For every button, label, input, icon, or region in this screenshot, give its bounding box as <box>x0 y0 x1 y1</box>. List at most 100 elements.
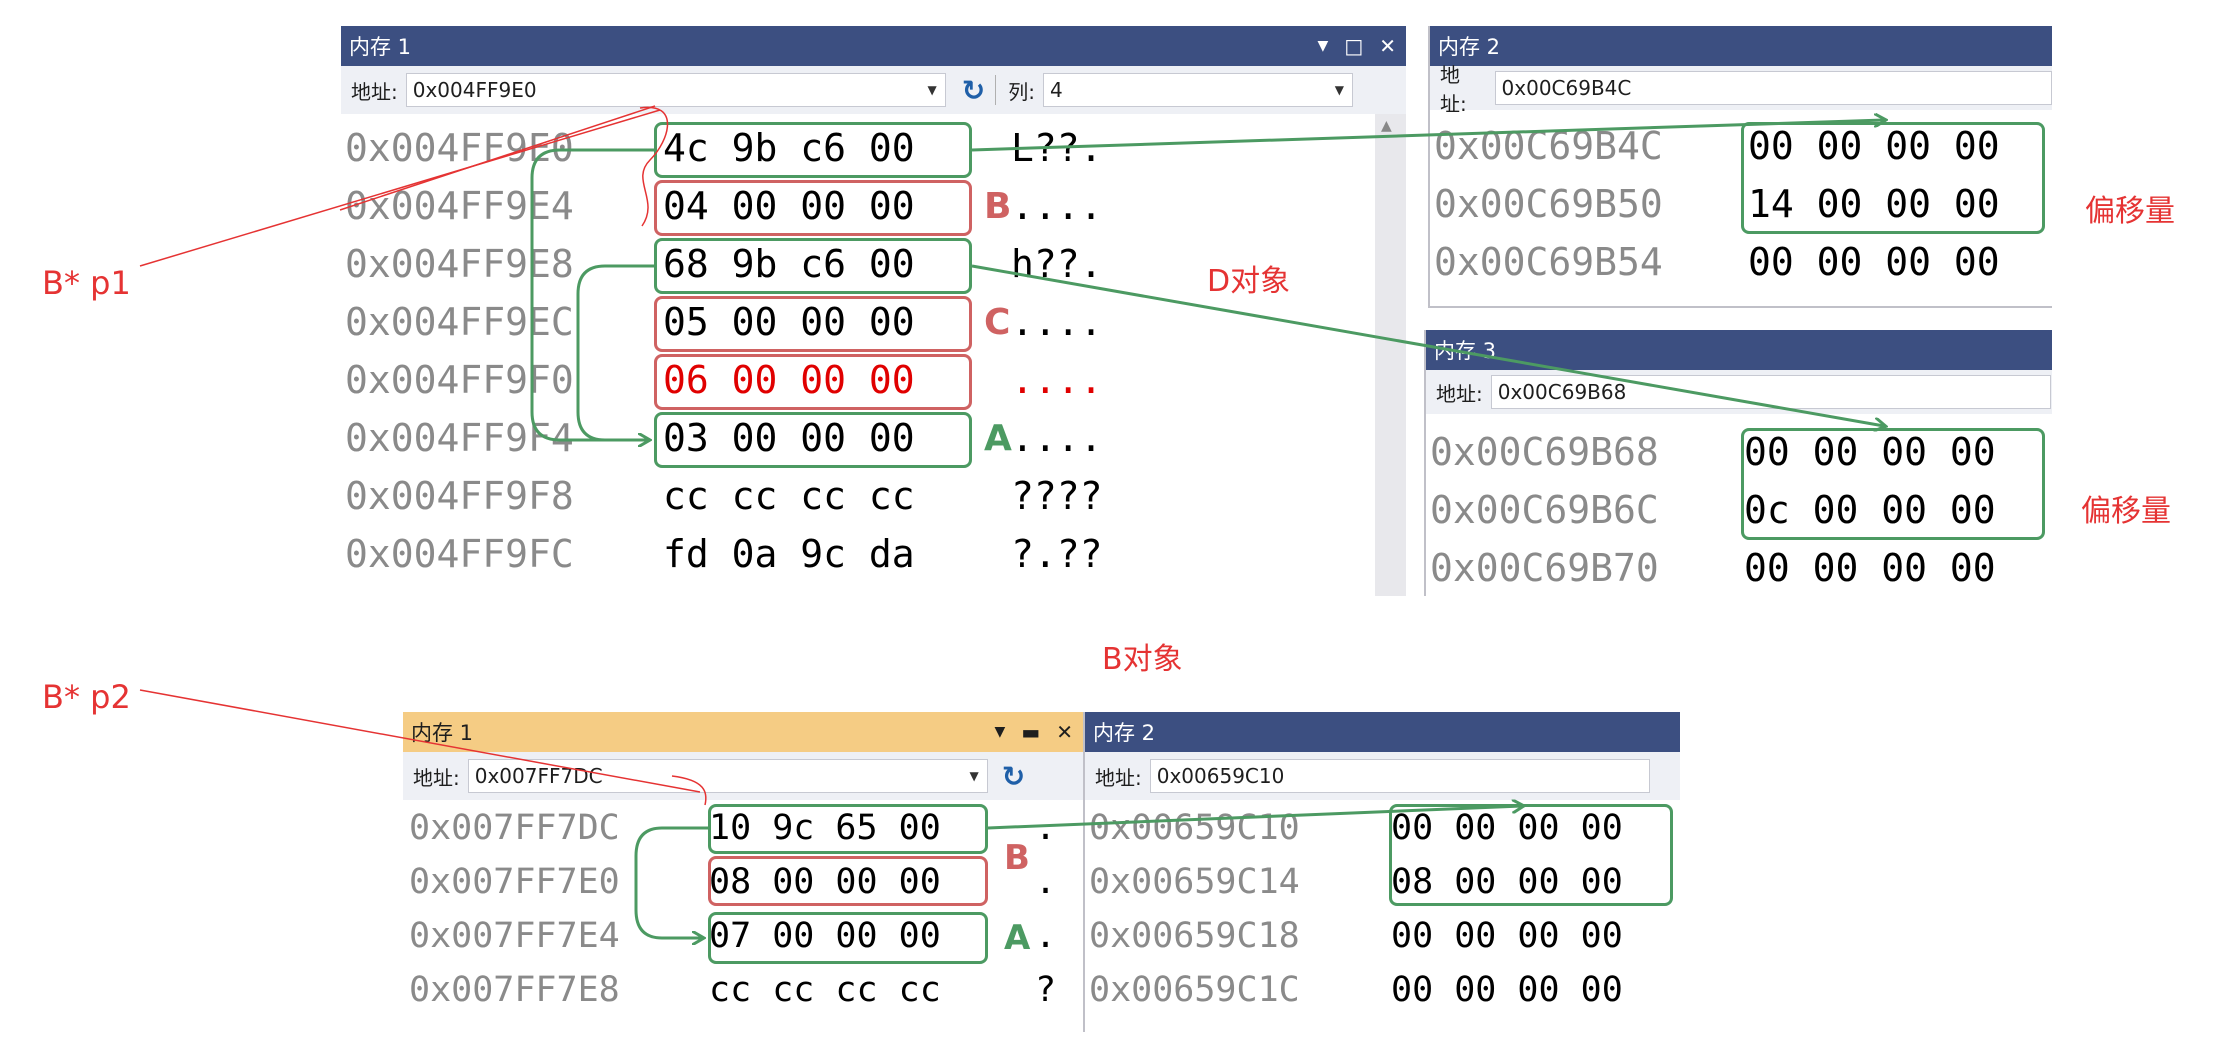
memory-ascii: .... <box>1011 416 1103 460</box>
address-label: 地址: <box>1440 63 1467 116</box>
address-input[interactable]: 0x007FF7DC ▼ <box>467 759 988 793</box>
highlight-box-offset-bottom <box>1389 804 1673 906</box>
memory-address: 0x00659C14 <box>1089 862 1300 902</box>
address-toolbar: 地址: 0x004FF9E0 ▼ ↻ 列: 4 ▼ <box>341 66 1406 114</box>
toolbar-separator <box>995 75 997 105</box>
annotation-p1: B* p1 <box>42 264 131 302</box>
address-label: 地址: <box>1095 765 1142 790</box>
maximize-icon[interactable]: ▬ <box>1021 720 1040 744</box>
window-titlebar[interactable]: 内存 3 <box>1426 330 2052 370</box>
columns-select[interactable]: 4 ▼ <box>1042 73 1353 107</box>
refresh-icon[interactable]: ↻ <box>1002 760 1025 793</box>
memory-address: 0x00C69B50 <box>1434 182 1663 226</box>
window-title: 内存 3 <box>1434 339 1497 363</box>
window-title: 内存 2 <box>1093 721 1156 745</box>
window-title: 内存 1 <box>349 35 412 59</box>
memory-address: 0x00C69B68 <box>1430 430 1659 474</box>
memory-address: 0x004FF9E0 <box>345 126 574 170</box>
window-titlebar[interactable]: 内存 2 <box>1430 26 2052 66</box>
memory-bytes[interactable]: 00 00 00 00 <box>1744 546 1996 590</box>
address-toolbar: 地址: 0x00C69B4C <box>1430 63 2052 116</box>
maximize-icon[interactable]: □ <box>1344 34 1363 58</box>
memory-address: 0x00659C18 <box>1089 916 1300 956</box>
pin-dropdown-icon[interactable]: ▼ <box>995 724 1006 740</box>
memory-address: 0x00659C1C <box>1089 970 1300 1010</box>
highlight-box-vptr-b <box>654 122 972 178</box>
memory-bytes[interactable]: fd 0a 9c da <box>663 532 915 576</box>
refresh-icon[interactable]: ↻ <box>962 74 985 107</box>
label-a-bottom: A <box>1004 918 1031 958</box>
memory-ascii: . <box>1035 916 1057 956</box>
address-label: 地址: <box>1436 381 1483 406</box>
address-toolbar: 地址: 0x00659C10 <box>1085 752 1680 800</box>
memory-ascii: L??. <box>1011 126 1103 170</box>
memory-bytes[interactable]: 00 00 00 00 <box>1391 916 1623 956</box>
chevron-down-icon[interactable]: ▼ <box>928 83 937 97</box>
window-titlebar[interactable]: 内存 2 <box>1085 712 1680 752</box>
memory-ascii: . <box>1035 862 1057 902</box>
memory-address: 0x00C69B54 <box>1434 240 1663 284</box>
scroll-up-icon[interactable]: ▲ <box>1381 118 1392 134</box>
memory-address: 0x007FF7E8 <box>409 970 620 1010</box>
window-titlebar[interactable]: 内存 1 ▼ ▬ ✕ <box>403 712 1083 752</box>
annotation-offset-1: 偏移量 <box>2085 194 2175 229</box>
window-titlebar[interactable]: 内存 1 ▼ □ ✕ <box>341 26 1406 66</box>
memory-ascii: .... <box>1011 358 1103 402</box>
memory-bytes[interactable]: cc cc cc cc <box>709 970 941 1010</box>
memory-ascii: .... <box>1011 184 1103 228</box>
pin-dropdown-icon[interactable]: ▼ <box>1318 38 1329 54</box>
address-label: 地址: <box>351 79 398 104</box>
address-value: 0x00C69B68 <box>1497 380 1627 404</box>
address-value: 0x007FF7DC <box>474 764 603 788</box>
memory-address: 0x004FF9FC <box>345 532 574 576</box>
memory-address: 0x007FF7E0 <box>409 862 620 902</box>
address-toolbar: 地址: 0x00C69B68 <box>1426 370 2052 414</box>
annotation-d-object: D对象 <box>1207 264 1291 299</box>
close-icon[interactable]: ✕ <box>1379 34 1396 58</box>
address-value: 0x00659C10 <box>1156 764 1285 788</box>
memory-address: 0x00659C10 <box>1089 808 1300 848</box>
memory-ascii: ???? <box>1011 474 1103 518</box>
memory-bytes[interactable]: 00 00 00 00 <box>1748 240 2000 284</box>
highlight-box-a-member-bottom <box>708 912 988 964</box>
columns-value: 4 <box>1049 78 1063 102</box>
highlight-box-offset-2 <box>1741 428 2045 540</box>
memory-address: 0x004FF9F8 <box>345 474 574 518</box>
address-label: 地址: <box>413 765 460 790</box>
window-title: 内存 2 <box>1438 35 1501 59</box>
address-input[interactable]: 0x00C69B4C <box>1494 71 2052 105</box>
address-input[interactable]: 0x004FF9E0 ▼ <box>405 73 946 107</box>
highlight-box-b-member <box>654 180 972 236</box>
highlight-box-b-member-bottom <box>708 856 988 906</box>
memory-address: 0x004FF9F0 <box>345 358 574 402</box>
memory-ascii: ? <box>1035 970 1057 1010</box>
address-toolbar: 地址: 0x007FF7DC ▼ ↻ <box>403 752 1083 800</box>
chevron-down-icon[interactable]: ▼ <box>970 769 979 783</box>
highlight-box-offset-1 <box>1741 122 2045 234</box>
highlight-box-vptr-c <box>654 238 972 294</box>
label-b-bottom: B <box>1004 838 1030 878</box>
memory-address: 0x00C69B6C <box>1430 488 1659 532</box>
label-a: A <box>984 418 1012 459</box>
memory-address: 0x00C69B4C <box>1434 124 1663 168</box>
memory-bytes[interactable]: cc cc cc cc <box>663 474 915 518</box>
address-input[interactable]: 0x00C69B68 <box>1490 375 2051 409</box>
memory-ascii: . <box>1035 808 1057 848</box>
highlight-box-vptr-b-bottom <box>708 804 988 854</box>
address-value: 0x00C69B4C <box>1501 76 1632 100</box>
memory-address: 0x007FF7DC <box>409 808 620 848</box>
highlight-box-d-member <box>654 354 972 410</box>
window-title: 内存 1 <box>411 721 474 745</box>
highlight-box-c-member <box>654 296 972 352</box>
memory-address: 0x004FF9E8 <box>345 242 574 286</box>
annotation-offset-2: 偏移量 <box>2081 494 2171 529</box>
chevron-down-icon[interactable]: ▼ <box>1335 83 1344 97</box>
memory-address: 0x004FF9E4 <box>345 184 574 228</box>
label-b: B <box>984 186 1012 227</box>
address-input[interactable]: 0x00659C10 <box>1149 759 1650 793</box>
annotation-b-object: B对象 <box>1102 642 1183 677</box>
annotation-p2: B* p2 <box>42 678 131 716</box>
vertical-scrollbar[interactable]: ▲ <box>1375 114 1406 596</box>
memory-bytes[interactable]: 00 00 00 00 <box>1391 970 1623 1010</box>
close-icon[interactable]: ✕ <box>1056 720 1073 744</box>
